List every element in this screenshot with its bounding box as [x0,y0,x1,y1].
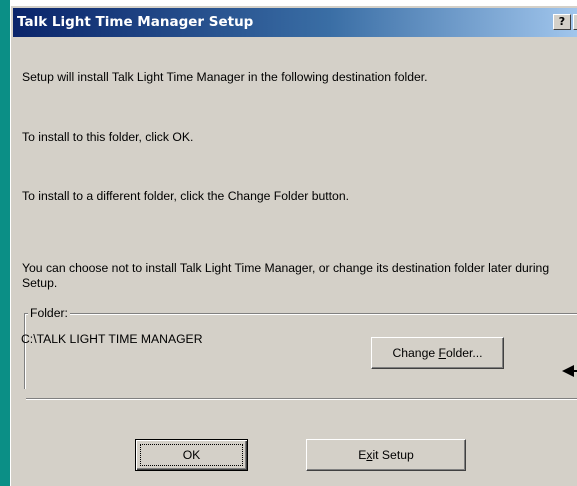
arrow-pointer-tail [573,370,577,372]
help-button[interactable]: ? [553,14,571,30]
install-here-message: To install to this folder, click OK. [22,130,194,144]
close-button[interactable]: × [573,14,577,30]
desktop-edge [0,0,10,486]
change-folder-button[interactable]: Change Folder... [371,337,504,369]
exit-setup-label: Exit Setup [358,448,414,462]
skip-install-message: You can choose not to install Talk Light… [22,261,550,290]
intro-message: Setup will install Talk Light Time Manag… [22,70,428,84]
change-folder-label: Change Folder... [392,346,483,360]
folder-label: Folder: [28,306,70,320]
window-title: Talk Light Time Manager Setup [17,14,254,30]
button-separator [26,398,577,400]
destination-path: C:\TALK LIGHT TIME MANAGER [21,332,203,346]
title-bar[interactable]: Talk Light Time Manager Setup ? × [13,8,577,37]
screen: Talk Light Time Manager Setup ? × Setup … [0,0,577,486]
ok-button[interactable]: OK [135,439,248,471]
exit-setup-button[interactable]: Exit Setup [306,439,466,471]
change-folder-message: To install to a different folder, click … [22,189,349,203]
ok-label: OK [182,448,201,462]
